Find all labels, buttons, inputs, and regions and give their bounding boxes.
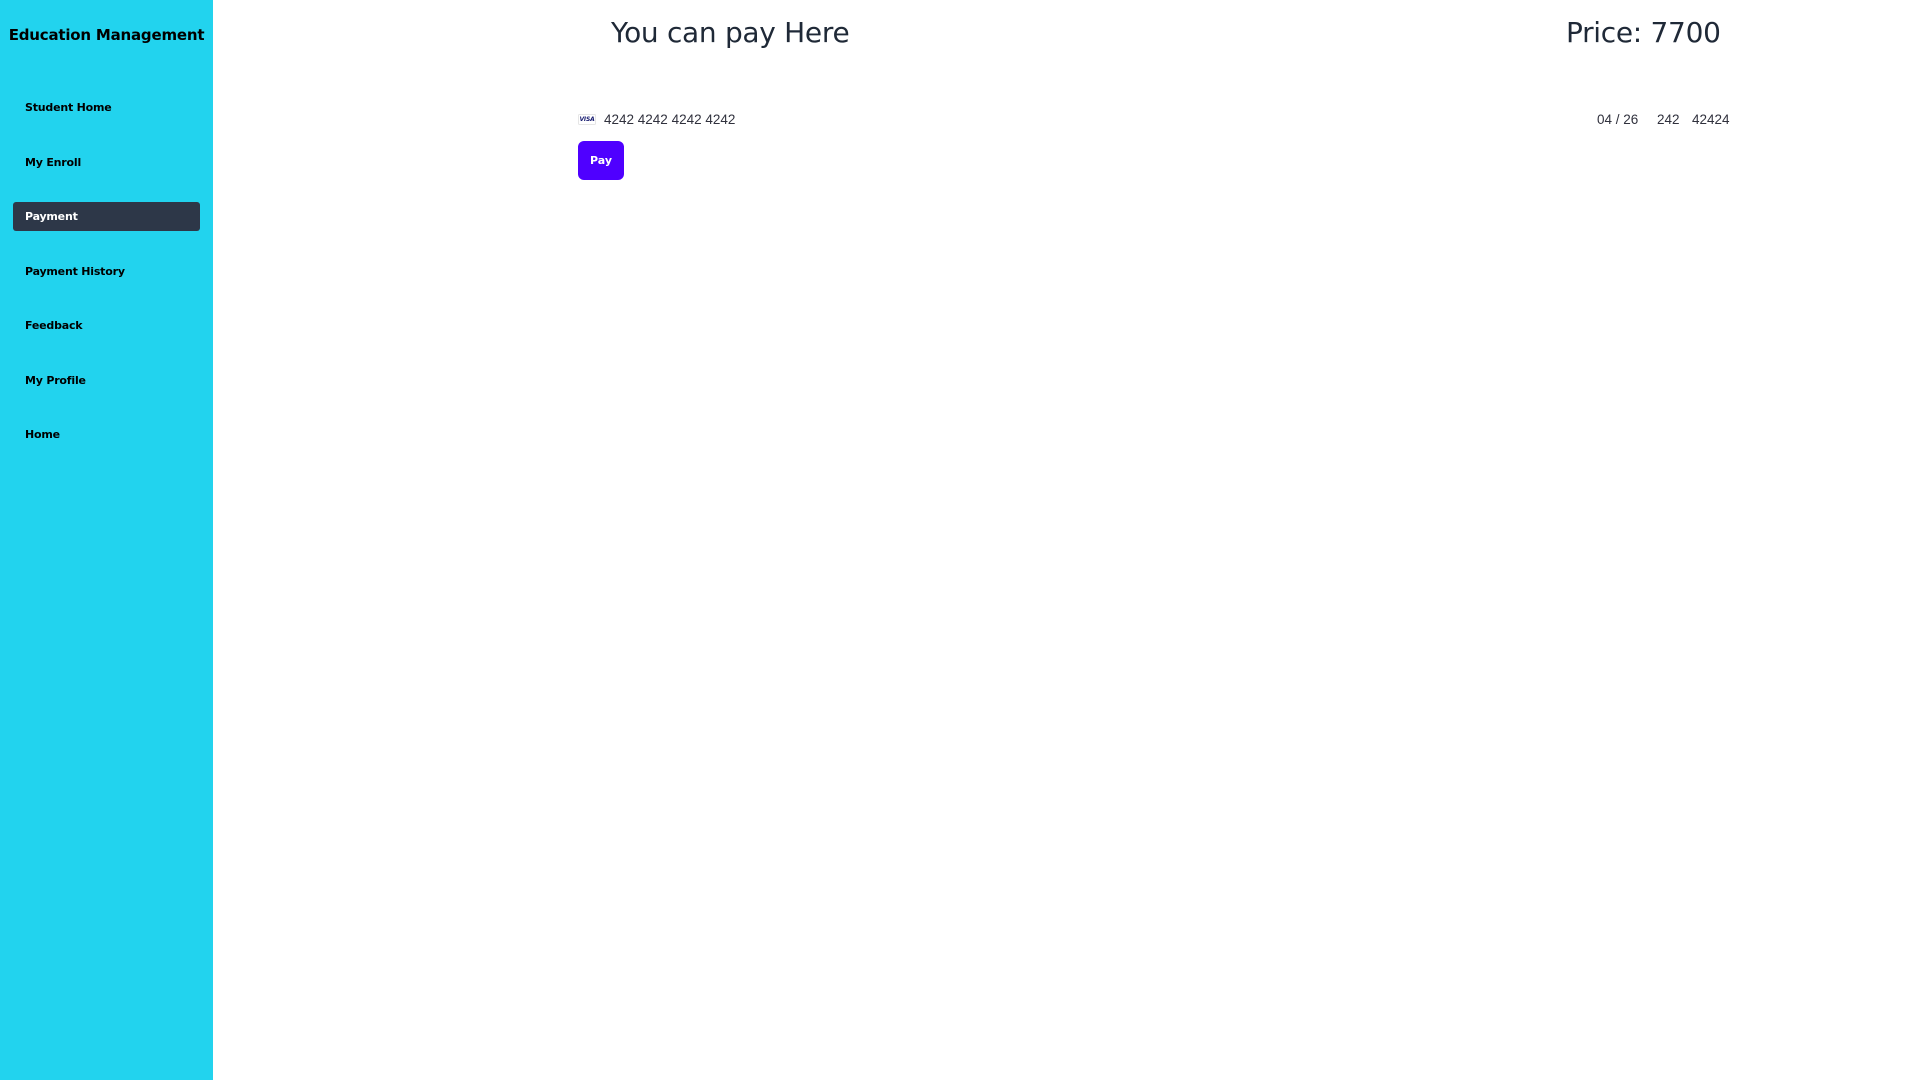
card-element: VISA <box>578 110 1732 130</box>
sidebar-item-student-home[interactable]: Student Home <box>13 93 200 122</box>
sidebar-item-feedback[interactable]: Feedback <box>13 311 200 340</box>
pay-button[interactable]: Pay <box>578 141 624 180</box>
sidebar-item-payment-history[interactable]: Payment History <box>13 257 200 286</box>
sidebar-item-home[interactable]: Home <box>13 420 200 449</box>
card-expiry-input[interactable] <box>1597 112 1642 127</box>
sidebar-item-my-profile[interactable]: My Profile <box>13 366 200 395</box>
sidebar: Education Management Student Home My Enr… <box>0 0 213 1080</box>
sidebar-nav: Student Home My Enroll Payment Payment H… <box>13 93 200 475</box>
card-number-input[interactable] <box>604 112 1004 127</box>
sidebar-item-my-enroll[interactable]: My Enroll <box>13 148 200 177</box>
brand-title: Education Management <box>8 26 205 44</box>
sidebar-item-payment[interactable]: Payment <box>13 202 200 231</box>
app-root: Education Management Student Home My Enr… <box>0 0 1920 1080</box>
card-zip-input[interactable] <box>1692 112 1732 127</box>
card-cvc-input[interactable] <box>1657 112 1687 127</box>
visa-icon: VISA <box>578 114 596 125</box>
page-title: You can pay Here <box>611 16 850 49</box>
price-label: Price: 7700 <box>1566 16 1721 49</box>
visa-icon-text: VISA <box>579 116 595 123</box>
